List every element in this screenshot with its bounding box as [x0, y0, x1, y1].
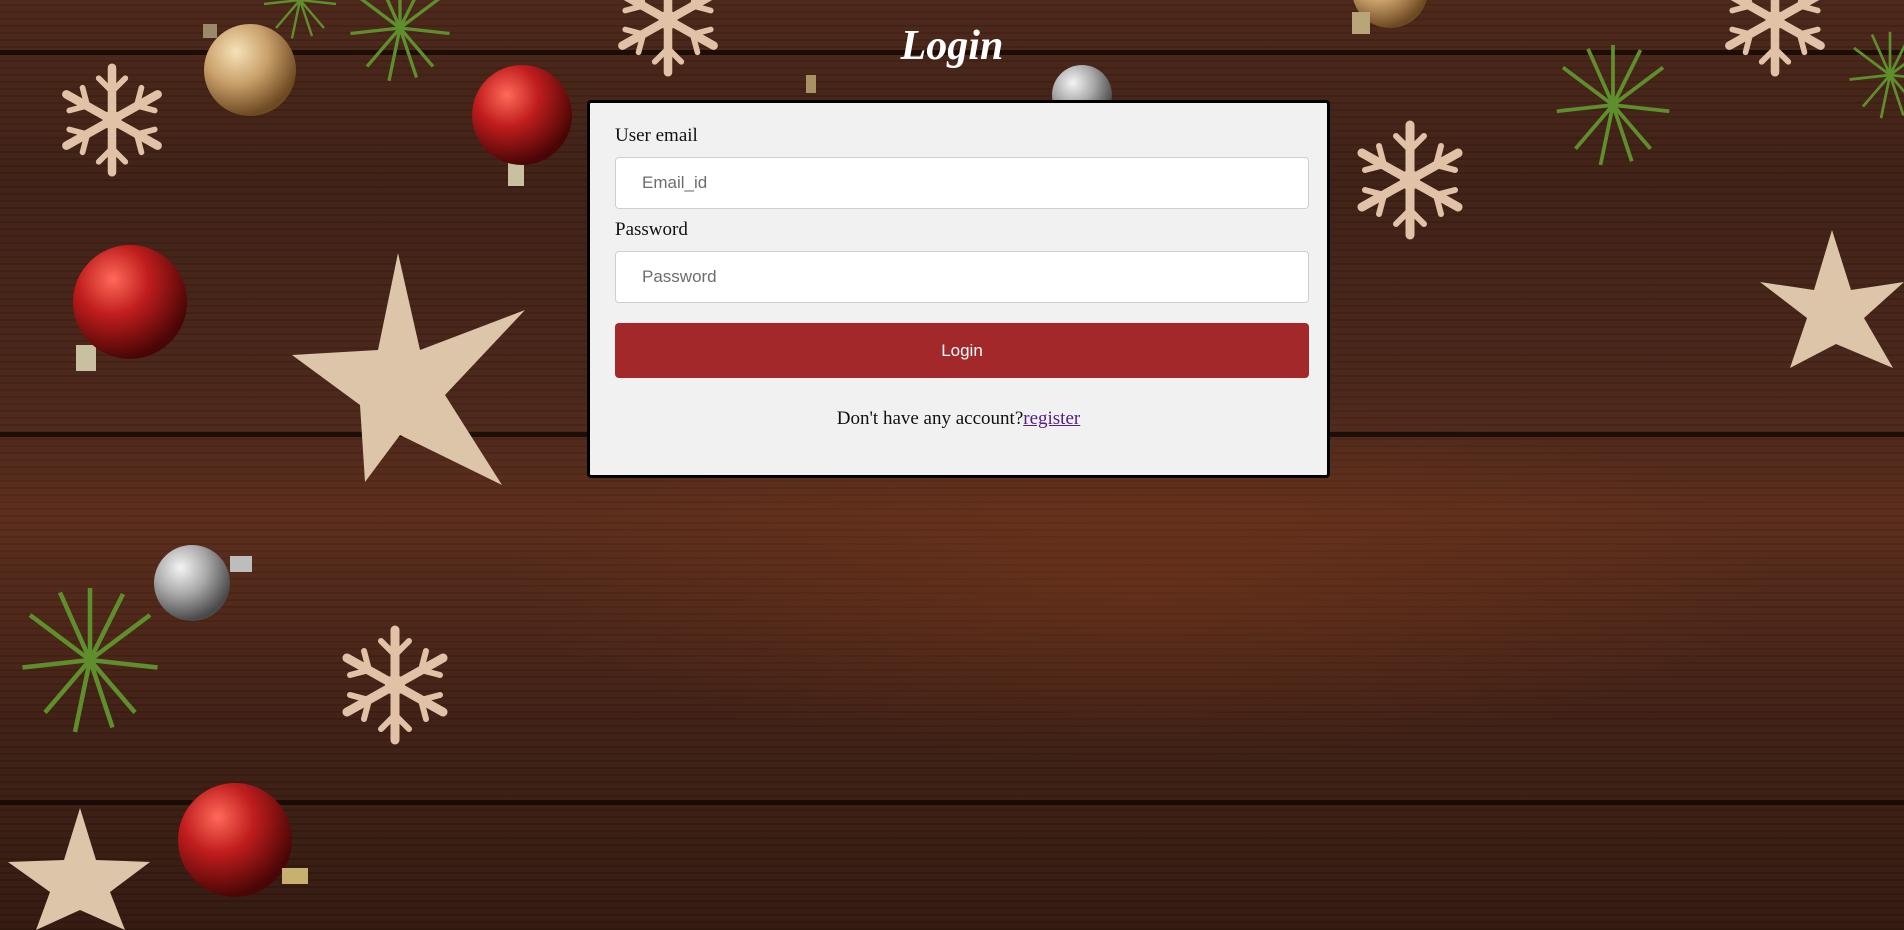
email-label: User email — [615, 125, 698, 146]
email-input[interactable] — [615, 157, 1309, 209]
login-card: User email Password Login Don't have any… — [587, 100, 1330, 478]
login-button[interactable]: Login — [615, 323, 1309, 378]
register-link[interactable]: register — [1023, 408, 1080, 429]
password-label: Password — [615, 219, 688, 240]
register-prompt-text: Don't have any account? — [836, 408, 1024, 429]
password-input[interactable] — [615, 251, 1309, 303]
page-title: Login — [900, 23, 1004, 69]
register-prompt-row: Don't have any account?register — [615, 408, 1302, 430]
